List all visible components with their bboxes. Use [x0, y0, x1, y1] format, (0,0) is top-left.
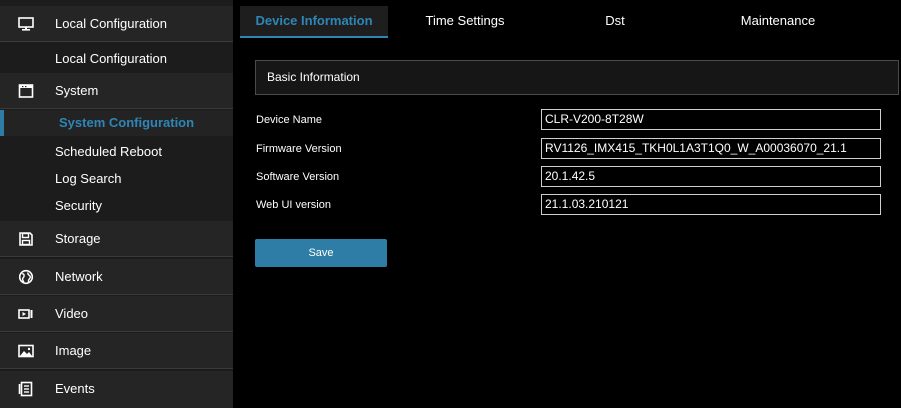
- software-version-label: Software Version: [256, 171, 340, 183]
- sidebar-section-label: System: [55, 83, 99, 98]
- sidebar-section-label: Video: [55, 306, 89, 321]
- sidebar-section-video[interactable]: Video: [0, 296, 233, 332]
- events-icon: [18, 381, 34, 397]
- system-icon: [18, 83, 34, 99]
- sidebar-item-system-configuration[interactable]: System Configuration: [0, 110, 233, 136]
- sidebar: Local Configuration Local Configuration …: [0, 0, 233, 408]
- sidebar-section-label: Image: [55, 343, 92, 358]
- sidebar-section-storage[interactable]: Storage: [0, 221, 233, 257]
- sidebar-item-security[interactable]: Security: [0, 193, 233, 219]
- sidebar-section-label: Network: [55, 269, 103, 284]
- save-button[interactable]: Save: [255, 239, 387, 267]
- image-icon: [18, 343, 34, 359]
- video-icon: [18, 306, 34, 322]
- sidebar-section-events[interactable]: Events: [0, 371, 233, 408]
- tab-device-information[interactable]: Device Information: [240, 6, 388, 38]
- floppy-disk-icon: [18, 231, 34, 247]
- tab-dst[interactable]: Dst: [575, 6, 655, 36]
- active-indicator: [0, 110, 4, 136]
- sidebar-item-local-configuration[interactable]: Local Configuration: [0, 46, 233, 72]
- tab-maintenance[interactable]: Maintenance: [718, 6, 838, 36]
- sidebar-section-image[interactable]: Image: [0, 333, 233, 369]
- device-name-label: Device Name: [256, 114, 323, 126]
- sidebar-section-label: Storage: [55, 231, 101, 246]
- section-title: Basic Information: [267, 70, 360, 84]
- sidebar-item-label: Local Configuration: [55, 51, 168, 66]
- sidebar-section-network[interactable]: Network: [0, 259, 233, 295]
- sidebar-item-log-search[interactable]: Log Search: [0, 166, 233, 192]
- web-ui-version-field[interactable]: 21.1.03.210121: [541, 194, 881, 215]
- device-name-field[interactable]: CLR-V200-8T28W: [541, 109, 881, 130]
- sidebar-item-label: Security: [55, 198, 102, 213]
- tab-bar: Device Information Time Settings Dst Mai…: [240, 6, 901, 38]
- web-ui-version-label: Web UI version: [256, 199, 331, 211]
- sidebar-section-system[interactable]: System: [0, 73, 233, 109]
- firmware-version-label: Firmware Version: [256, 143, 342, 155]
- sidebar-section-local-configuration[interactable]: Local Configuration: [0, 6, 233, 42]
- sidebar-item-label: Scheduled Reboot: [55, 144, 162, 159]
- sidebar-item-label: System Configuration: [59, 115, 195, 130]
- globe-icon: [18, 269, 34, 285]
- tab-time-settings[interactable]: Time Settings: [400, 6, 530, 36]
- firmware-version-field[interactable]: RV1126_IMX415_TKH0L1A3T1Q0_W_A00036070_2…: [541, 138, 881, 159]
- software-version-field[interactable]: 20.1.42.5: [541, 166, 881, 187]
- sidebar-section-label: Events: [55, 381, 95, 396]
- sidebar-section-label: Local Configuration: [55, 16, 168, 31]
- sidebar-item-scheduled-reboot[interactable]: Scheduled Reboot: [0, 139, 233, 165]
- monitor-icon: [18, 16, 34, 32]
- section-header: Basic Information: [255, 60, 899, 95]
- sidebar-item-label: Log Search: [55, 171, 122, 186]
